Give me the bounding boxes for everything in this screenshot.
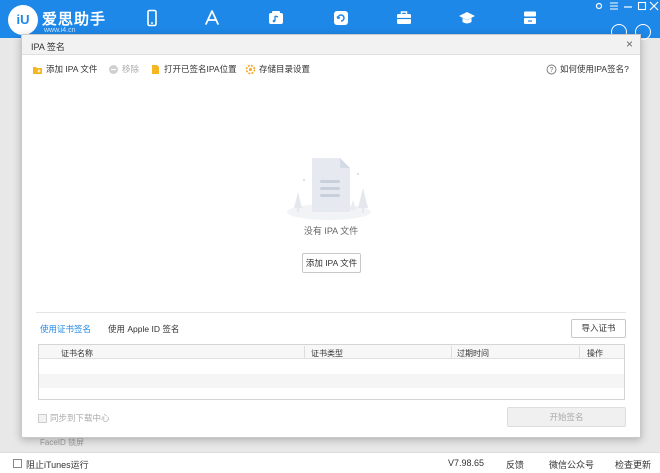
column-divider[interactable] bbox=[451, 346, 452, 358]
feedback-link[interactable]: 反馈 bbox=[506, 458, 524, 471]
storage-icon[interactable] bbox=[521, 9, 539, 27]
settings-icon[interactable] bbox=[593, 1, 605, 11]
add-folder-icon bbox=[33, 66, 42, 74]
faceid-hint: FaceID 锁屏 bbox=[40, 438, 85, 447]
storage-settings-button[interactable]: 存储目录设置 bbox=[245, 63, 310, 75]
empty-state-illustration bbox=[287, 158, 371, 220]
column-expiry[interactable]: 过期时间 bbox=[457, 348, 489, 359]
gear-icon bbox=[245, 64, 256, 74]
appstore-icon[interactable] bbox=[203, 9, 221, 27]
close-window-icon[interactable] bbox=[648, 1, 660, 11]
app-logo: iU bbox=[8, 5, 38, 35]
remove-icon bbox=[109, 64, 118, 74]
column-cert-name[interactable]: 证书名称 bbox=[61, 348, 93, 359]
version-label: V7.98.65 bbox=[448, 458, 485, 468]
block-itunes-checkbox[interactable] bbox=[13, 459, 22, 468]
certificate-table: 证书名称 证书类型 过期时间 操作 bbox=[38, 344, 625, 400]
app-brand-url: www.i4.cn bbox=[44, 27, 76, 34]
dialog-titlebar: IPA 签名 × bbox=[22, 35, 640, 55]
wechat-link[interactable]: 微信公众号 bbox=[549, 458, 594, 471]
section-divider bbox=[36, 312, 626, 313]
column-action[interactable]: 操作 bbox=[587, 348, 603, 359]
minimize-icon[interactable] bbox=[622, 1, 634, 11]
add-ipa-toolbar-button[interactable]: 添加 IPA 文件 bbox=[32, 63, 97, 75]
refresh-icon[interactable] bbox=[332, 9, 350, 27]
maximize-icon[interactable] bbox=[636, 1, 648, 11]
sync-checkbox[interactable] bbox=[38, 413, 47, 423]
app-brand: 爱思助手 bbox=[42, 11, 107, 28]
empty-state-text: 没有 IPA 文件 bbox=[303, 226, 359, 236]
add-ipa-button[interactable]: 添加 IPA 文件 bbox=[302, 253, 361, 273]
file-icon bbox=[152, 64, 159, 74]
menu-icon[interactable] bbox=[608, 1, 620, 11]
remove-toolbar-button[interactable]: 移除 bbox=[108, 63, 139, 75]
open-signed-label: 打开已签名IPA位置 bbox=[164, 64, 237, 74]
ringtone-icon[interactable] bbox=[267, 9, 285, 27]
sync-label: 同步到下载中心 bbox=[50, 413, 110, 423]
help-icon: ? bbox=[546, 64, 557, 74]
table-header: 证书名称 证书类型 过期时间 操作 bbox=[39, 345, 624, 359]
remove-label: 移除 bbox=[122, 64, 140, 74]
ipa-sign-dialog: IPA 签名 × 添加 IPA 文件 移除 打开已签名IPA位置 存储目录设置 … bbox=[21, 34, 641, 438]
start-sign-button[interactable]: 开始签名 bbox=[507, 407, 626, 427]
sync-download-center-option[interactable]: 同步到下载中心 bbox=[38, 412, 110, 424]
dialog-title: IPA 签名 bbox=[31, 42, 65, 52]
tab-certificate-sign[interactable]: 使用证书签名 bbox=[40, 323, 91, 335]
block-itunes-label: 阻止iTunes运行 bbox=[26, 460, 89, 470]
table-row bbox=[39, 360, 624, 374]
help-link[interactable]: ? 如何使用IPA签名? bbox=[546, 63, 629, 75]
column-divider[interactable] bbox=[304, 346, 305, 358]
open-signed-location-button[interactable]: 打开已签名IPA位置 bbox=[150, 63, 237, 75]
help-label: 如何使用IPA签名? bbox=[560, 64, 629, 74]
add-ipa-label: 添加 IPA 文件 bbox=[46, 64, 98, 74]
storage-settings-label: 存储目录设置 bbox=[259, 64, 311, 74]
app-topbar: iU 爱思助手 www.i4.cn bbox=[0, 0, 660, 40]
dialog-close-button[interactable]: × bbox=[626, 38, 633, 50]
svg-text:?: ? bbox=[550, 67, 554, 74]
toolbox-icon[interactable] bbox=[395, 9, 413, 27]
status-bar: 阻止iTunes运行 V7.98.65 反馈 微信公众号 检查更新 bbox=[0, 452, 660, 473]
check-update-link[interactable]: 检查更新 bbox=[615, 458, 651, 471]
import-certificate-button[interactable]: 导入证书 bbox=[571, 319, 626, 338]
graduation-cap-icon[interactable] bbox=[458, 9, 476, 27]
tab-appleid-sign[interactable]: 使用 Apple ID 签名 bbox=[108, 323, 179, 335]
dialog-toolbar: 添加 IPA 文件 移除 打开已签名IPA位置 存储目录设置 ? 如何使用IPA… bbox=[22, 57, 640, 79]
column-divider[interactable] bbox=[579, 346, 580, 358]
phone-icon[interactable] bbox=[143, 9, 161, 27]
column-cert-type[interactable]: 证书类型 bbox=[311, 348, 343, 359]
table-row bbox=[39, 374, 624, 388]
